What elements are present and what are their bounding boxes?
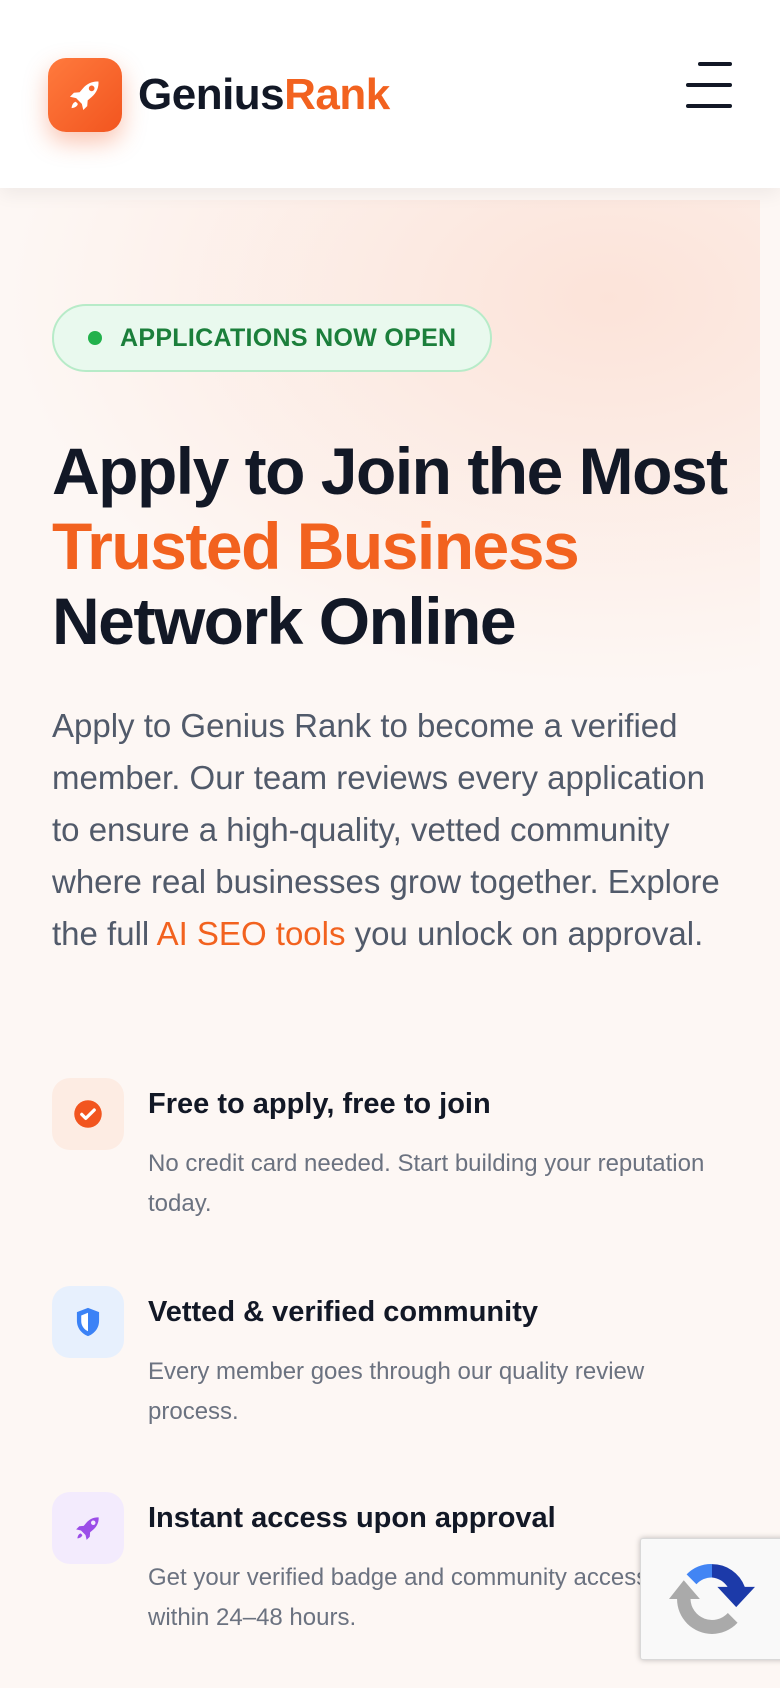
feature-title: Free to apply, free to join (148, 1088, 491, 1120)
intro-text-end: you unlock on approval. (345, 915, 704, 952)
recaptcha-badge[interactable] (640, 1538, 780, 1660)
page-title: Apply to Join the Most Trusted Business … (52, 434, 752, 659)
brand-name: GeniusRank (138, 73, 390, 117)
feature-title: Instant access upon approval (148, 1502, 556, 1534)
feature-description: No credit card needed. Start building yo… (148, 1150, 705, 1217)
rocket-icon (52, 1492, 124, 1564)
headline-line-3: Network Online (52, 584, 517, 658)
badge-label: APPLICATIONS NOW OPEN (120, 323, 457, 352)
menu-line (686, 104, 732, 108)
shield-icon (52, 1286, 124, 1358)
brand-name-part1: Genius (138, 70, 285, 119)
menu-line (686, 83, 732, 87)
status-dot-icon (88, 331, 102, 345)
check-circle-icon (52, 1078, 124, 1150)
rocket-icon (48, 58, 122, 132)
site-header: GeniusRank (0, 0, 780, 188)
feature-description: Every member goes through our quality re… (148, 1358, 645, 1425)
feature-description: Get your verified badge and community ac… (148, 1564, 649, 1631)
feature-title: Vetted & verified community (148, 1296, 538, 1328)
hamburger-menu-icon[interactable] (680, 62, 732, 108)
headline-line-1: Apply to Join the Most (52, 434, 728, 508)
applications-status-badge: APPLICATIONS NOW OPEN (52, 304, 493, 372)
ai-seo-tools-link[interactable]: AI SEO tools (157, 915, 346, 952)
recaptcha-icon (669, 1564, 755, 1634)
brand-name-part2: Rank (284, 70, 390, 119)
headline-line-2: Trusted Business (52, 509, 580, 583)
menu-line (698, 62, 732, 66)
brand-logo[interactable]: GeniusRank (48, 58, 390, 132)
intro-paragraph: Apply to Genius Rank to become a verifie… (52, 700, 732, 960)
